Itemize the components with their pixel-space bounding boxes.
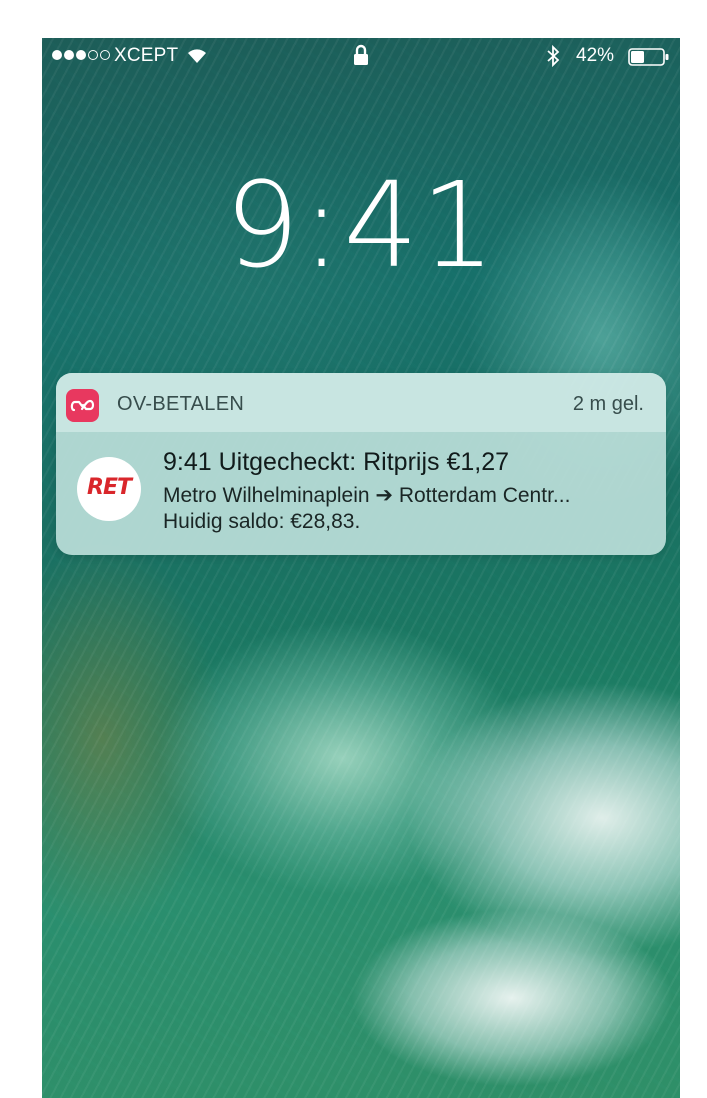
battery-icon <box>628 48 669 66</box>
battery-percentage: 42% <box>576 45 615 66</box>
notification-timestamp: 2 m gel. <box>572 393 644 415</box>
wifi-icon <box>185 45 209 71</box>
lock-screen-clock: 9:41 <box>224 156 498 294</box>
signal-dot <box>88 50 98 60</box>
notification-app-name: OV-BETALEN <box>117 393 245 415</box>
ov-betalen-app-icon <box>66 389 99 422</box>
signal-strength-icon <box>52 50 110 60</box>
device-frame: XCEPT 42% 9:41 OV-BETALEN 2 m gel. RET 9… <box>0 0 707 1098</box>
signal-dot <box>76 50 86 60</box>
carrier-name: XCEPT <box>114 45 179 66</box>
notification-header: OV-BETALEN 2 m gel. <box>56 373 666 432</box>
notification-body-balance: Huidig saldo: €28,83. <box>163 510 361 533</box>
signal-dot <box>64 50 74 60</box>
notification-body-route: Metro Wilhelminaplein ➔ Rotterdam Centr.… <box>163 484 571 507</box>
ret-logo-icon: RET <box>77 457 141 521</box>
notification-card[interactable]: OV-BETALEN 2 m gel. RET 9:41 Uitgecheckt… <box>56 373 666 555</box>
ret-logo-text: RET <box>87 475 132 500</box>
signal-dot <box>100 50 110 60</box>
bluetooth-icon <box>546 44 560 74</box>
lock-icon <box>353 44 369 72</box>
signal-dot <box>52 50 62 60</box>
notification-title: 9:41 Uitgecheckt: Ritprijs €1,27 <box>163 448 510 476</box>
status-bar: XCEPT 42% <box>42 38 680 74</box>
lock-screen[interactable]: XCEPT 42% 9:41 OV-BETALEN 2 m gel. RET 9… <box>42 38 680 1098</box>
